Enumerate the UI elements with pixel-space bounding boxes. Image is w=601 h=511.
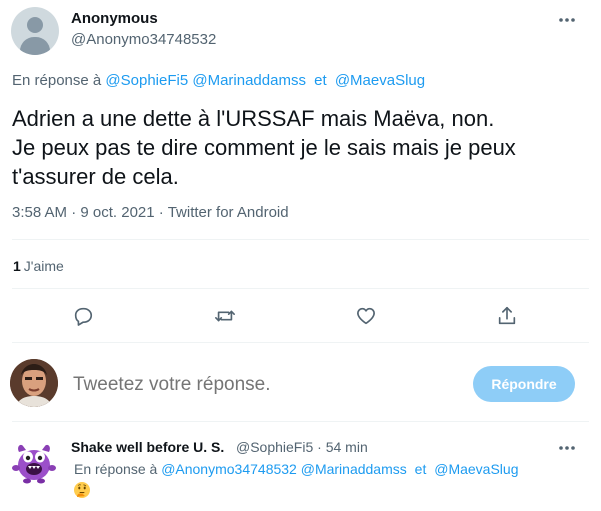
likes-count: 1 bbox=[13, 258, 21, 274]
meta-separator: · bbox=[158, 204, 164, 221]
reply-button[interactable]: Répondre bbox=[473, 366, 575, 402]
tweet-date[interactable]: 9 oct. 2021 bbox=[80, 204, 154, 221]
divider bbox=[12, 342, 589, 343]
mention-link[interactable]: @Marinaddamss bbox=[301, 461, 407, 477]
thinking-face-icon bbox=[73, 481, 91, 499]
replying-to-prefix: En réponse à bbox=[74, 461, 158, 477]
reply-author-avatar[interactable] bbox=[10, 438, 58, 486]
more-options-icon[interactable] bbox=[552, 10, 582, 30]
tweet-time[interactable]: 3:58 AM bbox=[12, 204, 67, 221]
reply-replying-to: En réponse à @Anonymo34748532 @Marinadda… bbox=[74, 461, 519, 477]
replying-to-prefix: En réponse à bbox=[12, 72, 102, 89]
default-avatar-head bbox=[27, 17, 43, 33]
mention-link[interactable]: @Anonymo34748532 bbox=[161, 461, 297, 477]
reply-compose-input[interactable] bbox=[73, 371, 453, 399]
mention-link[interactable]: @MaevaSlug bbox=[434, 461, 518, 477]
mention-link[interactable]: @MaevaSlug bbox=[335, 72, 425, 89]
likes-stat[interactable]: 1 J'aime bbox=[13, 258, 64, 274]
heart-icon[interactable] bbox=[353, 303, 379, 329]
author-name[interactable]: Anonymous bbox=[71, 10, 158, 27]
reply-author-handle[interactable]: @SophieFi5 bbox=[236, 439, 313, 455]
divider bbox=[12, 239, 589, 240]
tweet-text-line: t'assurer de cela. bbox=[12, 164, 179, 189]
tweet-text: Adrien a une dette à l'URSSAF mais Maëva… bbox=[12, 104, 587, 191]
divider bbox=[12, 421, 589, 422]
author-avatar[interactable] bbox=[11, 7, 59, 55]
my-avatar[interactable] bbox=[10, 359, 58, 407]
share-icon[interactable] bbox=[494, 303, 520, 329]
meta-separator: · bbox=[71, 204, 77, 221]
reply-icon[interactable] bbox=[70, 303, 96, 329]
reply-author-name[interactable]: Shake well before U. S. bbox=[71, 439, 224, 455]
author-handle[interactable]: @Anonymo34748532 bbox=[71, 31, 216, 48]
meta-separator: · bbox=[317, 439, 322, 455]
default-avatar-body bbox=[20, 37, 50, 55]
replying-to: En réponse à @SophieFi5 @Marinaddamss et… bbox=[12, 72, 425, 89]
likes-label: J'aime bbox=[23, 258, 64, 274]
tweet-text-line: Je peux pas te dire comment je le sais m… bbox=[12, 135, 516, 160]
mention-link[interactable]: @SophieFi5 bbox=[105, 72, 188, 89]
divider bbox=[12, 288, 589, 289]
retweet-icon[interactable] bbox=[212, 303, 238, 329]
more-options-icon[interactable] bbox=[552, 438, 582, 458]
tweet-meta: 3:58 AM · 9 oct. 2021 · Twitter for Andr… bbox=[12, 204, 289, 221]
tweet-source[interactable]: Twitter for Android bbox=[168, 204, 289, 221]
reply-time[interactable]: 54 min bbox=[326, 439, 368, 455]
reply-author-meta: @SophieFi5 · 54 min bbox=[236, 439, 368, 455]
tweet-text-line: Adrien a une dette à l'URSSAF mais Maëva… bbox=[12, 106, 495, 131]
mention-separator: et bbox=[414, 461, 427, 477]
mention-link[interactable]: @Marinaddamss bbox=[192, 72, 306, 89]
mention-separator: et bbox=[314, 72, 327, 89]
